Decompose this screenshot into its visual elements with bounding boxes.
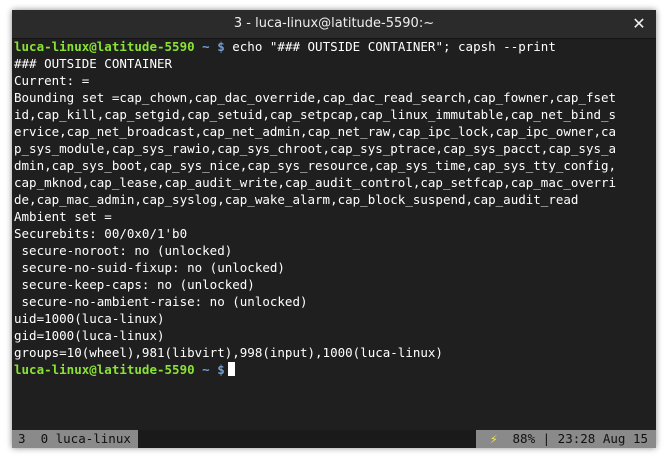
status-bar: 3 0 luca-linux ⚡ 88% | 23:28 Aug 15 — [12, 430, 656, 448]
output-line: secure-noroot: no (unlocked) — [14, 243, 233, 258]
terminal-window: 3 - luca-linux@latitude-5590:~ ✕ luca-li… — [12, 10, 656, 448]
output-line: id,cap_kill,cap_setgid,cap_setuid,cap_se… — [14, 107, 617, 122]
workspace-indicator[interactable]: 3 0 luca-linux — [12, 430, 138, 448]
command-line: luca-linux@latitude-5590 ~ $ echo "### O… — [14, 38, 654, 55]
prompt-path: ~ $ — [194, 39, 225, 54]
battery-level: 88% — [497, 431, 536, 446]
output-line: Current: = — [14, 73, 90, 88]
prompt-path: ~ $ — [194, 362, 225, 377]
title-bar[interactable]: 3 - luca-linux@latitude-5590:~ ✕ — [12, 10, 656, 39]
command-text: echo "### OUTSIDE CONTAINER"; capsh --pr… — [224, 39, 556, 54]
output-line: ### OUTSIDE CONTAINER — [14, 56, 173, 71]
prompt-userhost: luca-linux@latitude-5590 — [14, 362, 195, 377]
output-line: secure-keep-caps: no (unlocked) — [14, 277, 255, 292]
text-cursor — [227, 362, 235, 376]
output-line: groups=10(wheel),981(libvirt),998(input)… — [14, 345, 443, 360]
output-line: cap_mknod,cap_lease,cap_audit_write,cap_… — [14, 175, 617, 190]
output-line: secure-no-ambient-raise: no (unlocked) — [14, 294, 308, 309]
prompt-userhost: luca-linux@latitude-5590 — [14, 39, 195, 54]
output-line: secure-no-suid-fixup: no (unlocked) — [14, 260, 285, 275]
clock: | 23:28 Aug 15 — [535, 431, 648, 446]
output-line: ervice,cap_net_broadcast,cap_net_admin,c… — [14, 124, 617, 139]
close-icon[interactable]: ✕ — [628, 13, 650, 35]
output-line: gid=1000(luca-linux) — [14, 328, 165, 343]
terminal-output[interactable]: luca-linux@latitude-5590 ~ $ echo "### O… — [14, 38, 654, 428]
output-line: Securebits: 00/0x0/1'b0 — [14, 226, 188, 241]
output-line: p_sys_module,cap_sys_rawio,cap_sys_chroo… — [14, 141, 617, 156]
output-line: uid=1000(luca-linux) — [14, 311, 165, 326]
output-line: Bounding set =cap_chown,cap_dac_override… — [14, 90, 617, 105]
window-title: 3 - luca-linux@latitude-5590:~ — [233, 16, 435, 31]
output-line: dmin,cap_sys_boot,cap_sys_nice,cap_sys_r… — [14, 158, 617, 173]
output-line: de,cap_mac_admin,cap_syslog,cap_wake_ala… — [14, 192, 579, 207]
output-line: Ambient set = — [14, 209, 112, 224]
system-status: ⚡ 88% | 23:28 Aug 15 — [475, 430, 656, 448]
prompt-line[interactable]: luca-linux@latitude-5590 ~ $ — [14, 361, 654, 378]
